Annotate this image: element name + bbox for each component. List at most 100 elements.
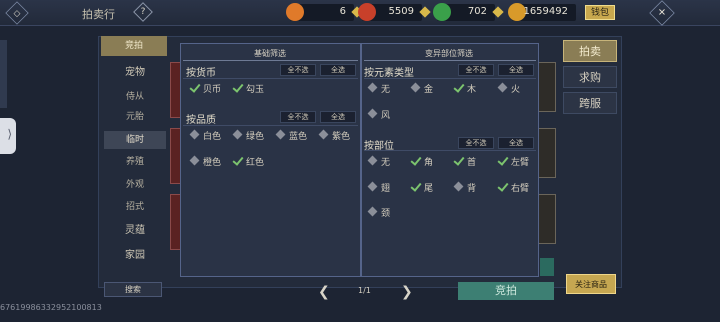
option-label: 橙色 [203, 158, 222, 168]
category-item[interactable]: 养殖 [104, 153, 166, 171]
filter-option[interactable]: 无 [367, 155, 408, 168]
category-item[interactable]: 家园 [104, 247, 166, 265]
currency-deselect-all-button[interactable]: 全不选 [280, 64, 316, 76]
item-card[interactable] [538, 62, 556, 112]
category-item[interactable]: 招式 [104, 198, 166, 216]
bid-button[interactable]: 竞拍 [458, 282, 554, 300]
jade-icon [433, 3, 451, 21]
filter-option[interactable]: 左臂 [498, 155, 538, 168]
checkmark-icon [234, 84, 242, 92]
filter-option[interactable]: 右臂 [498, 181, 538, 194]
basic-filter-title: 基础筛选 [254, 49, 286, 58]
diamond-icon [453, 181, 464, 192]
divider [183, 125, 358, 126]
filter-option[interactable]: 贝币 [190, 82, 230, 95]
filter-option[interactable]: 背 [453, 181, 494, 194]
wallet-button[interactable]: 钱包 [585, 5, 615, 20]
option-label: 贝币 [203, 85, 222, 95]
element-section-title: 按元素类型 [364, 68, 414, 79]
shell-icon [358, 3, 376, 21]
filter-option[interactable]: 木 [454, 82, 494, 95]
close-icon: ✕ [657, 7, 667, 19]
filter-option[interactable]: 火 [497, 82, 538, 95]
option-label: 翅 [381, 184, 391, 194]
resource-value: 5509 [388, 6, 414, 17]
resource-value: 1659492 [523, 6, 568, 17]
resource-ticket: 6 [286, 3, 363, 21]
diamond-icon [367, 181, 378, 192]
part-select-all-button[interactable]: 全选 [498, 137, 534, 149]
option-label: 白色 [203, 132, 222, 142]
filter-option[interactable]: 尾 [411, 181, 451, 194]
diamond-icon [367, 108, 378, 119]
checkmark-icon [499, 157, 507, 165]
diamond-icon [367, 155, 378, 166]
option-label: 火 [511, 85, 521, 95]
part-deselect-all-button[interactable]: 全不选 [458, 137, 494, 149]
watch-items-button[interactable]: 关注商品 [566, 274, 616, 294]
option-label: 蓝色 [289, 132, 308, 142]
filter-option[interactable]: 蓝色 [275, 129, 316, 142]
checkmark-icon [191, 84, 199, 92]
filter-option[interactable]: 翅 [367, 181, 408, 194]
filter-divider [360, 43, 362, 277]
ticket-icon [286, 3, 304, 21]
side-strip [0, 40, 7, 108]
option-label: 木 [467, 85, 477, 95]
option-label: 尾 [424, 184, 434, 194]
quality-select-all-button[interactable]: 全选 [320, 111, 356, 123]
filter-option[interactable]: 首 [454, 155, 494, 168]
filter-option[interactable]: 白色 [189, 129, 230, 142]
tab-bidding[interactable]: 竞拍 [101, 36, 167, 56]
currency-section-title: 按货币 [186, 68, 216, 79]
currency-select-all-button[interactable]: 全选 [320, 64, 356, 76]
filter-option[interactable]: 颈 [367, 206, 408, 219]
category-item[interactable]: 临时 [104, 131, 166, 149]
category-item[interactable]: 侍从 [104, 88, 166, 106]
divider [364, 78, 536, 79]
item-card[interactable] [538, 128, 556, 178]
element-select-all-button[interactable]: 全选 [498, 64, 534, 76]
option-label: 红色 [246, 158, 265, 168]
prev-page-button[interactable]: ❮ [318, 284, 330, 300]
category-item[interactable]: 外观 [104, 176, 166, 194]
page-indicator: 1/1 [358, 286, 371, 295]
back-icon: ◇ [13, 7, 21, 19]
help-icon: ? [140, 7, 146, 17]
bid-button-edge [540, 258, 554, 276]
filter-option[interactable]: 橙色 [189, 155, 230, 168]
filter-option[interactable]: 金 [410, 82, 451, 95]
filter-option[interactable]: 紫色 [318, 129, 359, 142]
tab-cross-server[interactable]: 跨服 [563, 92, 617, 114]
next-page-button[interactable]: ❯ [401, 284, 413, 300]
diamond-icon [232, 129, 243, 140]
filter-option[interactable]: 角 [411, 155, 451, 168]
user-id: 676199863329521008​13 [0, 303, 102, 312]
option-label: 勾玉 [246, 85, 265, 95]
divider [183, 60, 358, 61]
diamond-icon [367, 206, 378, 217]
side-drawer-handle[interactable]: ⟩ [0, 118, 16, 154]
resource-jade: 702 [433, 3, 504, 21]
diamond-icon [189, 129, 200, 140]
filter-option[interactable]: 无 [367, 82, 408, 95]
resource-value: 702 [467, 6, 487, 17]
tab-auction[interactable]: 拍卖 [563, 40, 617, 62]
option-label: 无 [381, 85, 391, 95]
filter-option[interactable]: 红色 [233, 155, 273, 168]
filter-option[interactable]: 勾玉 [233, 82, 273, 95]
item-card[interactable] [538, 194, 556, 244]
element-deselect-all-button[interactable]: 全不选 [458, 64, 494, 76]
category-item[interactable]: 宠物 [104, 64, 166, 82]
divider [364, 150, 536, 151]
category-item[interactable]: 灵蕴 [104, 222, 166, 240]
quality-deselect-all-button[interactable]: 全不选 [280, 111, 316, 123]
search-button[interactable]: 搜索 [104, 282, 162, 297]
tab-buy-request[interactable]: 求购 [563, 66, 617, 88]
divider [364, 60, 536, 61]
filter-option[interactable]: 绿色 [232, 129, 273, 142]
filter-option[interactable]: 风 [367, 108, 408, 121]
option-label: 左臂 [511, 158, 530, 168]
resource-value: 6 [339, 6, 346, 17]
category-item[interactable]: 元胎 [104, 108, 166, 126]
